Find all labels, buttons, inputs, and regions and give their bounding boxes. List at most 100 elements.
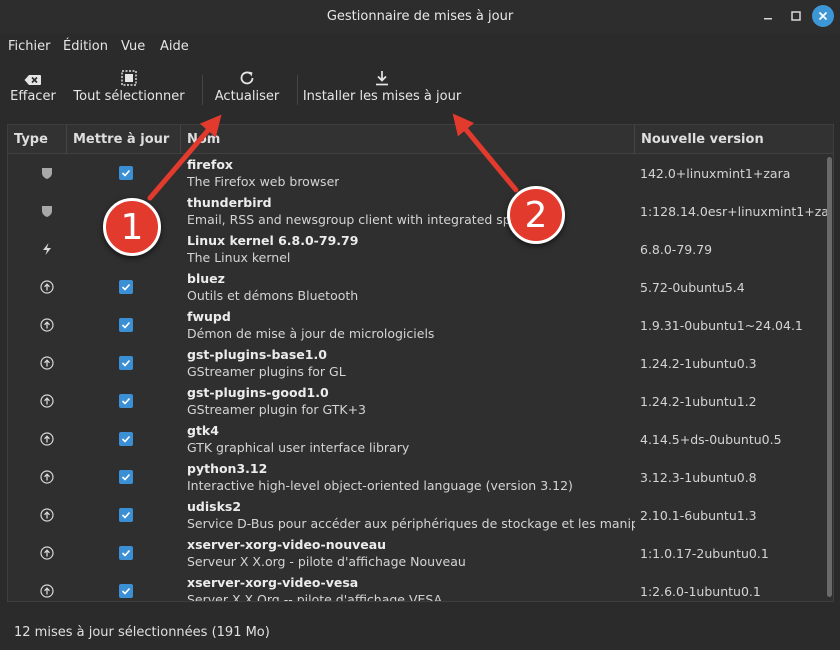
package-name: gst-plugins-good1.0 [187,385,329,400]
table-row[interactable]: firefox The Firefox web browser 142.0+linu… [8,154,826,192]
maximize-button[interactable] [785,5,807,27]
update-checkbox[interactable] [119,432,133,446]
update-checkbox[interactable] [119,470,133,484]
table-row[interactable]: python3.12 Interactive high-level object-… [8,458,826,496]
package-name: gst-plugins-base1.0 [187,347,327,362]
table-row[interactable]: gtk4 GTK graphical user interface library… [8,420,826,458]
package-version: 4.14.5+ds-0ubuntu0.5 [640,432,782,447]
package-description: The Firefox web browser [187,174,340,189]
package-version: 1.24.2-1ubuntu0.3 [640,356,757,371]
install-updates-label: Installer les mises à jour [302,89,462,104]
package-version: 5.72-0ubuntu5.4 [640,280,745,295]
checkmark-icon [121,549,131,557]
update-checkbox[interactable] [119,356,133,370]
refresh-button[interactable]: Actualiser [214,59,280,117]
menu-bar: Fichier Édition Vue Aide [0,33,840,59]
select-all-icon [121,70,137,86]
toolbar-separator [202,75,203,105]
minimize-button[interactable] [757,5,779,27]
table-row[interactable]: udisks2 Service D-Bus pour accéder aux pé… [8,496,826,534]
package-version: 1.24.2-1ubuntu1.2 [640,394,757,409]
software-icon [40,508,54,522]
refresh-icon [240,71,254,85]
package-version: 3.12.3-1ubuntu0.8 [640,470,757,485]
package-description: Interactive high-level object-oriented l… [187,478,573,493]
install-updates-button[interactable]: Installer les mises à jour [303,59,461,117]
package-name: gtk4 [187,423,219,438]
package-version: 142.0+linuxmint1+zara [640,166,791,181]
checkmark-icon [121,473,131,481]
software-icon [40,432,54,446]
update-checkbox[interactable] [119,166,133,180]
package-name: xserver-xorg-video-nouveau [187,537,387,552]
package-description: GStreamer plugin for GTK+3 [187,402,367,417]
package-name: python3.12 [187,461,268,476]
package-name: thunderbird [187,195,272,210]
update-checkbox[interactable] [119,508,133,522]
checkmark-icon [121,587,131,595]
update-checkbox[interactable] [119,584,133,598]
package-description: Démon de mise à jour de micrologiciels [187,326,435,341]
update-checkbox[interactable] [119,280,133,294]
table-row[interactable]: gst-plugins-good1.0 GStreamer plugin for … [8,382,826,420]
package-version: 1:1.0.17-2ubuntu0.1 [640,546,769,561]
package-name: fwupd [187,309,231,324]
title-bar: Gestionnaire de mises à jour [0,0,840,33]
checkmark-icon [121,321,131,329]
menu-vue[interactable]: Vue [121,39,145,54]
package-version: 2.10.1-6ubuntu1.3 [640,508,757,523]
kernel-icon [40,242,54,256]
software-icon [40,280,54,294]
package-name: udisks2 [187,499,242,514]
table-row[interactable]: fwupd Démon de mise à jour de micrologici… [8,306,826,344]
package-description: GStreamer plugins for GL [187,364,346,379]
software-icon [40,470,54,484]
table-row[interactable]: gst-plugins-base1.0 GStreamer plugins for… [8,344,826,382]
package-name: bluez [187,271,225,286]
checkmark-icon [121,169,131,177]
checkmark-icon [121,397,131,405]
toolbar-separator [297,75,298,105]
software-icon [40,356,54,370]
maximize-icon [791,11,801,21]
clear-icon [24,75,41,85]
scrollbar[interactable] [827,157,832,597]
window-title: Gestionnaire de mises à jour [326,9,514,24]
update-checkbox[interactable] [119,546,133,560]
menu-fichier[interactable]: Fichier [8,39,51,54]
column-update[interactable]: Mettre à jour [67,125,181,154]
status-text: 12 mises à jour sélectionnées (191 Mo) [14,625,270,640]
refresh-label: Actualiser [214,89,280,104]
table-row[interactable]: xserver-xorg-video-nouveau Serveur X X.or… [8,534,826,572]
package-version: 6.8.0-79.79 [640,242,713,257]
update-checkbox[interactable] [119,394,133,408]
software-icon [40,546,54,560]
column-type[interactable]: Type [8,125,67,154]
list-header: Type Mettre à jour Nom Nouvelle version [8,125,833,154]
toolbar: Effacer Tout sélectionner Actualiser Ins… [0,59,840,117]
menu-edition[interactable]: Édition [63,39,108,54]
package-description: Service D-Bus pour accéder aux périphéri… [187,516,635,531]
security-icon [40,166,54,180]
clear-button[interactable]: Effacer [10,59,56,117]
select-all-label: Tout sélectionner [73,89,185,104]
checkmark-icon [121,435,131,443]
select-all-button[interactable]: Tout sélectionner [73,59,185,117]
software-icon [40,318,54,332]
package-version: 1:128.14.0esr+linuxmint1+zara [640,204,830,219]
security-icon [40,204,54,218]
annotation-badge-2: 2 [507,186,565,244]
table-row[interactable]: xserver-xorg-video-vesa Server X X.Org --… [8,572,826,601]
close-icon [818,11,828,21]
checkmark-icon [121,511,131,519]
annotation-badge-1: 1 [103,198,161,256]
close-button[interactable] [812,5,834,27]
software-icon [40,584,54,598]
column-name[interactable]: Nom [181,125,635,154]
menu-aide[interactable]: Aide [160,39,189,54]
update-checkbox[interactable] [119,318,133,332]
checkmark-icon [121,283,131,291]
download-icon [376,71,388,86]
table-row[interactable]: bluez Outils et démons Bluetooth 5.72-0ubu… [8,268,826,306]
column-new-version[interactable]: Nouvelle version [635,125,833,154]
